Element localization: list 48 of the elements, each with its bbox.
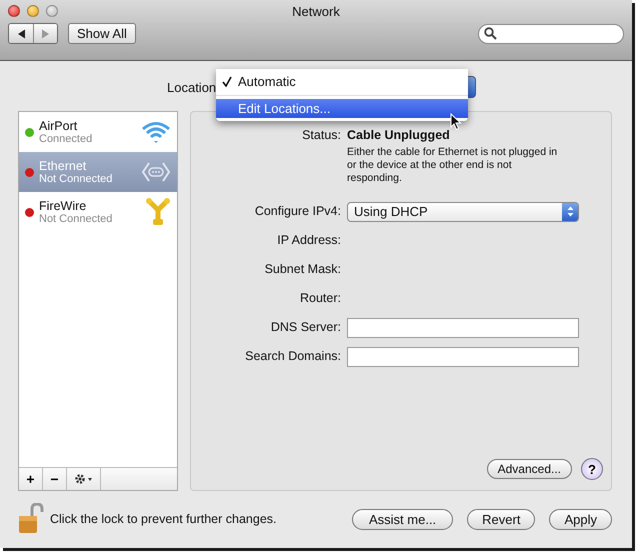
list-button[interactable]: + bbox=[19, 468, 43, 490]
service-item[interactable]: AirPort Connected bbox=[19, 112, 177, 152]
service-status: Not Connected bbox=[39, 213, 114, 225]
footer-button[interactable]: Assist me... bbox=[352, 508, 454, 530]
search-icon bbox=[484, 27, 497, 40]
firewire-icon bbox=[145, 198, 171, 226]
right-arrow-icon bbox=[41, 28, 50, 38]
ipv4-popup[interactable]: Using DHCP bbox=[347, 202, 579, 222]
service-status: Connected bbox=[39, 133, 94, 145]
zoom-button[interactable] bbox=[46, 5, 58, 17]
ethernet-icon bbox=[141, 161, 171, 183]
close-button[interactable] bbox=[8, 5, 20, 17]
input-field[interactable] bbox=[347, 346, 579, 366]
service-item[interactable]: FireWire Not Connected bbox=[19, 192, 177, 232]
left-arrow-icon bbox=[16, 28, 26, 38]
status-note: Either the cable for Ethernet is not plugged in or the device at the other end is not responding. bbox=[347, 146, 558, 185]
help-button[interactable]: ? bbox=[581, 458, 603, 480]
status-value: Cable Unplugged bbox=[347, 128, 451, 142]
location-label: Location bbox=[167, 80, 216, 94]
field-label: Status: bbox=[301, 128, 341, 142]
field-label: Search Domains: bbox=[244, 348, 341, 365]
wifi-icon bbox=[141, 120, 171, 144]
field-label: IP Address: bbox=[276, 232, 341, 249]
input-field[interactable] bbox=[347, 318, 579, 338]
service-status: Not Connected bbox=[39, 173, 114, 185]
service-name: AirPort bbox=[39, 119, 78, 133]
field-label: Configure IPv4: bbox=[254, 203, 341, 220]
footer-button[interactable]: Apply bbox=[549, 508, 612, 530]
field-label: DNS Server: bbox=[270, 319, 341, 336]
gear-icon bbox=[74, 473, 94, 485]
list-button[interactable]: − bbox=[43, 468, 67, 490]
service-name: Ethernet bbox=[39, 159, 88, 173]
field-label: Router: bbox=[299, 290, 341, 307]
lock-message: Click the lock to prevent further changes. bbox=[50, 512, 277, 526]
menu-item[interactable]: Edit Locations... bbox=[216, 99, 468, 118]
footer-button[interactable]: Revert bbox=[467, 508, 536, 530]
minimize-button[interactable] bbox=[27, 5, 39, 17]
stepper-icon bbox=[566, 206, 574, 217]
back-button[interactable] bbox=[9, 24, 33, 43]
show-all-button[interactable]: Show All bbox=[68, 23, 136, 44]
search-field[interactable] bbox=[478, 24, 624, 44]
advanced-button[interactable]: Advanced... bbox=[486, 459, 572, 479]
unlocked-padlock-icon bbox=[18, 503, 44, 535]
field-label: Subnet Mask: bbox=[264, 261, 341, 278]
window-title: Network bbox=[292, 4, 340, 18]
checkmark-icon bbox=[222, 76, 232, 87]
menu-item[interactable]: Automatic bbox=[216, 72, 468, 91]
service-name: FireWire bbox=[39, 199, 88, 213]
